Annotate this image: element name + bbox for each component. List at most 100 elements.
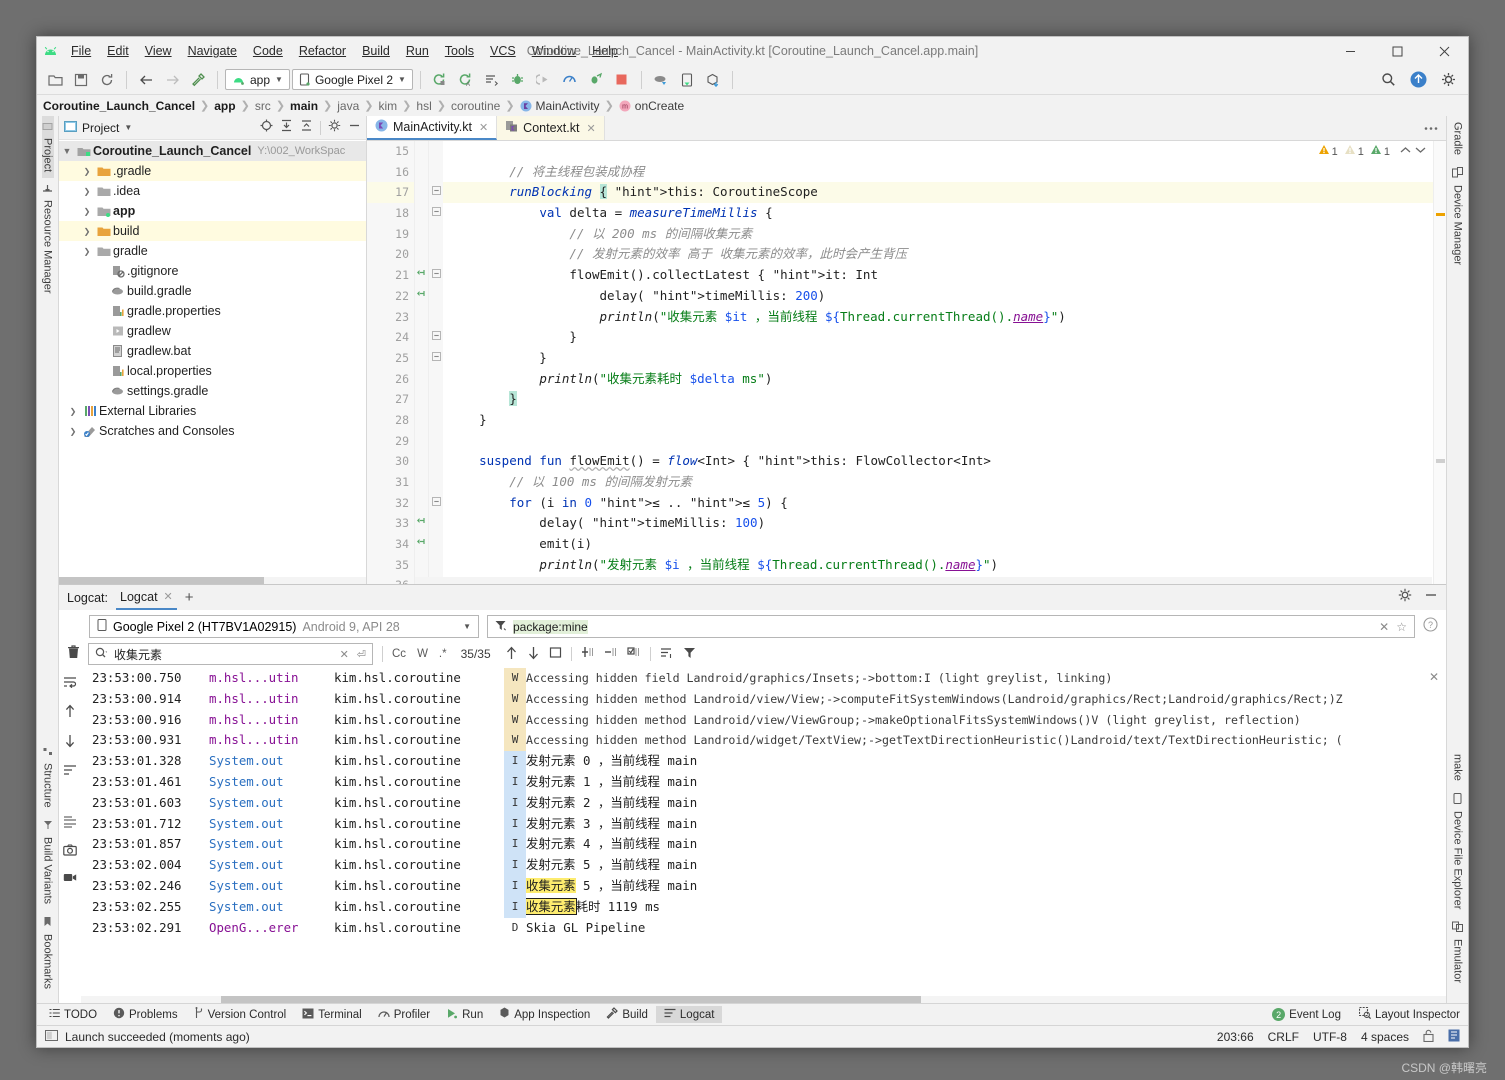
menu-vcs[interactable]: VCS — [482, 41, 524, 61]
menu-refactor[interactable]: Refactor — [291, 41, 354, 61]
logcat-add-tab-button[interactable]: + — [185, 589, 194, 606]
project-header-actions[interactable] — [260, 119, 361, 137]
search-next-icon[interactable] — [527, 646, 540, 663]
prev-problem-icon[interactable] — [1399, 145, 1412, 158]
apply-changes-icon[interactable]: A — [454, 68, 478, 92]
tool-window-bar[interactable]: TODO Problems Version Control Terminal P… — [37, 1003, 1468, 1025]
window-controls[interactable] — [1327, 37, 1468, 65]
search-prev-icon[interactable] — [505, 646, 518, 663]
logcat-header-actions[interactable] — [1398, 588, 1438, 607]
logcat-nav-icons[interactable] — [505, 646, 696, 663]
menu-file[interactable]: File — [63, 41, 99, 61]
favorite-star-icon[interactable]: ☆ — [1396, 620, 1407, 634]
chevron-right-icon[interactable]: ❯ — [79, 247, 95, 256]
tree-item-idea[interactable]: ❯ .idea — [59, 181, 366, 201]
logcat-side-actions[interactable] — [59, 668, 81, 1003]
screenshot-icon[interactable] — [63, 844, 77, 859]
select-all-log-icon[interactable] — [627, 646, 641, 662]
scroll-to-end-icon[interactable] — [660, 646, 674, 662]
build-hammer-icon[interactable] — [186, 68, 210, 92]
logcat-hscroll-thumb[interactable] — [221, 996, 921, 1003]
open-project-icon[interactable] — [43, 68, 67, 92]
code-content[interactable]: // 将主线程包装成协程 runBlocking { "hint">this: … — [443, 141, 1433, 584]
tree-item-gradlew-bat[interactable]: gradlew.bat — [59, 341, 366, 361]
chevron-right-icon[interactable]: ❯ — [65, 407, 81, 416]
rail-item-emulator[interactable]: Emulator — [1452, 915, 1464, 989]
code-line[interactable] — [449, 431, 1433, 452]
sync-gradle-icon[interactable] — [649, 68, 673, 92]
attach-debugger-icon[interactable] — [532, 68, 556, 92]
close-tab-icon[interactable]: ✕ — [479, 121, 488, 134]
toolbar-right-group[interactable] — [1376, 68, 1460, 92]
chevron-right-icon[interactable]: ❯ — [79, 207, 95, 216]
tool-window-layout-inspector[interactable]: Layout Inspector — [1358, 1006, 1460, 1022]
error-stripe[interactable] — [1433, 141, 1446, 584]
tree-item-gradle-properties[interactable]: gradle.properties — [59, 301, 366, 321]
code-line[interactable]: // 以 100 ms 的间隔发射元素 — [449, 472, 1433, 493]
run-gutter-icon[interactable] — [415, 513, 428, 534]
regex-toggle[interactable]: .* — [439, 648, 447, 660]
code-horizontal-scrollbar[interactable] — [415, 577, 1432, 584]
account-icon[interactable] — [1406, 68, 1430, 92]
editor-tab-context[interactable]: Context.kt ✕ — [497, 116, 605, 140]
breadcrumb-app[interactable]: app — [214, 99, 235, 113]
breadcrumb-java[interactable]: java — [337, 99, 359, 113]
logcat-settings-gear-icon[interactable] — [1398, 588, 1412, 607]
breadcrumb-main[interactable]: main — [290, 99, 318, 113]
logcat-tab-close-icon[interactable]: ✕ — [164, 590, 173, 603]
soft-wrap-icon[interactable] — [549, 646, 562, 662]
tree-item-settings-gradle[interactable]: settings.gradle — [59, 381, 366, 401]
code-editor[interactable]: 15 16 17 18 19 20 21 22 23 24 25 26 27 28 29 30 31 32 33 34… — [367, 141, 1446, 584]
main-toolbar[interactable]: app ▼ Google Pixel 2 ▼ A — [37, 65, 1468, 95]
tree-item-external-libraries[interactable]: ❯ External Libraries — [59, 401, 366, 421]
code-line[interactable]: } — [449, 348, 1433, 369]
code-line[interactable]: delay( "hint">timeMillis: 100) — [449, 513, 1433, 534]
logcat-row[interactable]: 23:53:00.914 m.hsl...utin kim.hsl.coroutin… — [81, 688, 1446, 710]
right-tool-rail[interactable]: Gradle Device Manager make Device File E… — [1446, 116, 1468, 1003]
project-chevron-down-icon[interactable]: ▼ — [124, 123, 132, 132]
code-line[interactable]: } — [449, 327, 1433, 348]
collapse-all-icon[interactable] — [300, 119, 313, 137]
breadcrumb[interactable]: Coroutine_Launch_Cancel ❯ app ❯ src ❯ ma… — [37, 95, 1468, 116]
run-gutter-icon[interactable] — [415, 265, 428, 286]
soft-wrap-side-icon[interactable] — [63, 764, 77, 779]
breadcrumb-coroutine[interactable]: coroutine — [451, 99, 500, 113]
line-separator[interactable]: CRLF — [1268, 1030, 1299, 1044]
project-settings-gear-icon[interactable] — [328, 119, 341, 137]
tree-item-gitignore[interactable]: .gitignore — [59, 261, 366, 281]
code-line[interactable]: delay( "hint">timeMillis: 200) — [449, 286, 1433, 307]
tool-window-version-control[interactable]: Version Control — [186, 1005, 295, 1024]
logcat-row[interactable]: 23:53:00.931 m.hsl...utin kim.hsl.coroutin… — [81, 730, 1446, 752]
tree-item-build[interactable]: ❯ build — [59, 221, 366, 241]
code-line[interactable]: runBlocking { "hint">this: CoroutineScop… — [443, 182, 1433, 204]
tool-window-bar-right[interactable]: 2 Event Log Layout Inspector — [1272, 1006, 1460, 1022]
tree-item-gradlew[interactable]: gradlew — [59, 321, 366, 341]
tree-item-gradle[interactable]: ❯ .gradle — [59, 161, 366, 181]
logcat-search-row[interactable]: 收集元素 ✕ ⏎ Cc W .* 35/35 — [59, 640, 1446, 668]
logcat-hscroll-track[interactable] — [81, 996, 1446, 1003]
menu-tools[interactable]: Tools — [437, 41, 482, 61]
code-line[interactable]: flowEmit().collectLatest { "hint">it: In… — [449, 265, 1433, 286]
status-bar-right[interactable]: 203:66 CRLF UTF-8 4 spaces — [1217, 1029, 1460, 1045]
code-line[interactable]: val delta = measureTimeMillis { — [449, 203, 1433, 224]
menu-navigate[interactable]: Navigate — [180, 41, 245, 61]
breadcrumb-kim[interactable]: kim — [379, 99, 398, 113]
lock-icon[interactable] — [1423, 1029, 1434, 1045]
breadcrumb-mainactivity[interactable]: MainActivity — [536, 99, 600, 113]
tool-window-todo[interactable]: TODO — [41, 1006, 105, 1023]
file-encoding[interactable]: UTF-8 — [1313, 1030, 1347, 1044]
code-line[interactable]: // 以 200 ms 的间隔收集元素 — [449, 224, 1433, 245]
profiler-icon[interactable] — [558, 68, 582, 92]
close-tab-icon-2[interactable]: ✕ — [586, 122, 595, 135]
minimize-button[interactable] — [1327, 37, 1374, 65]
inspection-status-icon[interactable] — [1448, 1029, 1460, 1045]
code-line[interactable]: println("收集元素耗时 $delta ms") — [449, 369, 1433, 390]
logcat-row[interactable]: 23:53:01.603 System.out kim.hsl.coroutine I… — [81, 792, 1446, 814]
fold-toggle-icon[interactable] — [429, 265, 443, 286]
logcat-row[interactable]: 23:53:02.004 System.out kim.hsl.coroutine I… — [81, 855, 1446, 876]
logcat-row[interactable]: 23:53:02.291 OpenG...erer kim.hsl.coroutin… — [81, 917, 1446, 939]
logcat-row[interactable]: 23:53:00.916 m.hsl...utin kim.hsl.coroutin… — [81, 709, 1446, 731]
rail-item-project[interactable]: Project — [41, 116, 54, 179]
code-folding-gutter[interactable] — [429, 141, 443, 584]
tree-root[interactable]: ▼ Coroutine_Launch_Cancel Y:\002_WorkSpa… — [59, 141, 366, 161]
